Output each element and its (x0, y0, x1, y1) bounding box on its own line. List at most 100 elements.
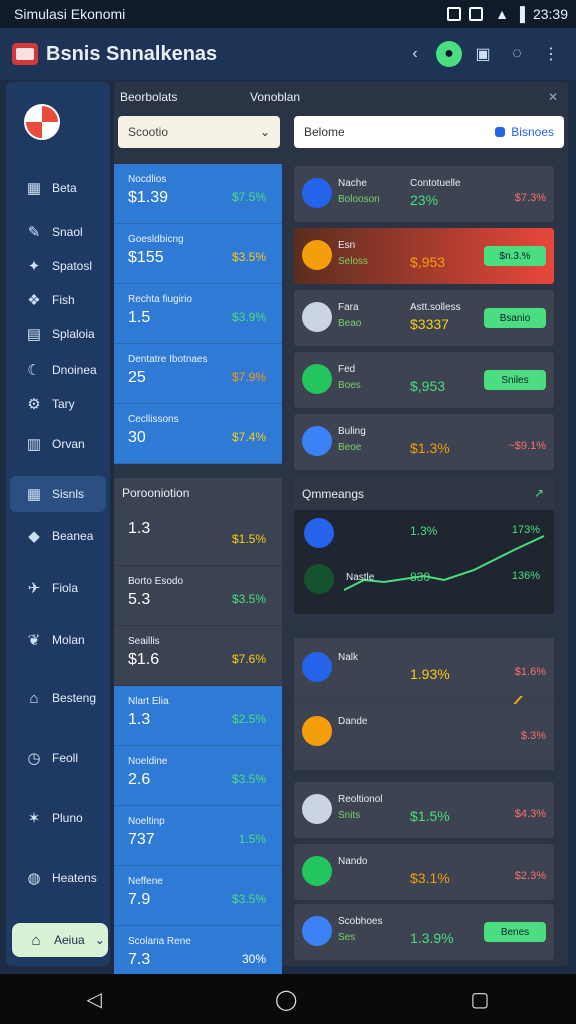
sidebar-item-label: Splaloia (52, 327, 95, 341)
sidebar-item[interactable]: ❦ Molan (10, 622, 106, 658)
market-action-button[interactable]: $n.3.% (484, 246, 546, 266)
sidebar-item[interactable]: ✎ Snaol (10, 214, 106, 250)
tab-vonoblan[interactable]: Vonoblan (250, 90, 300, 104)
close-icon[interactable]: ✕ (548, 90, 558, 104)
stat-card[interactable]: Seaillis $1.6 $7.6% (114, 626, 282, 686)
share-icon[interactable]: ‹ (402, 41, 428, 67)
sidebar-footer-button[interactable]: ⌂ Aeiua ⌄ (12, 923, 108, 957)
tab-bar: Beorbolats Vonoblan ✕ (114, 82, 568, 112)
market-card[interactable]: Nache Bolooson Contotuelle 23% $7.3% (294, 166, 554, 222)
stat-change: $3.5% (231, 892, 266, 906)
home-icon[interactable]: ◯ (275, 987, 297, 1012)
chevron-down-icon: ⌄ (259, 125, 270, 139)
grid-icon: ▦ (26, 486, 42, 503)
stat-change: $7.4% (231, 430, 266, 444)
market-card[interactable]: Reoltionol Snits $1.5% $4.3% (294, 782, 554, 838)
status-time: 23:39 (532, 6, 568, 22)
market-name: Dande (338, 716, 368, 727)
market-card[interactable]: Fara Beao Astt.solless $3337 Bsanio (294, 290, 554, 346)
market-card[interactable]: Buling Beoe $1.3% ~$9.1% (294, 414, 554, 470)
sidebar-item-label: Fiola (52, 581, 79, 595)
market-name: Fed (338, 364, 356, 375)
market-value: 23% (410, 192, 439, 208)
market-value: $,953 (410, 254, 446, 270)
status-icon (447, 7, 462, 21)
stat-card[interactable]: Borto Esodo 5.3 $3.5% (114, 566, 282, 626)
sidebar-item[interactable]: ⚙ Tary (10, 386, 106, 422)
market-value: 1.93% (410, 666, 450, 682)
nav-bar: ◁ ◯ ▢ (0, 974, 576, 1024)
building-icon: ▥ (26, 436, 42, 453)
market-icon (302, 302, 332, 332)
stat-card[interactable]: Noeldine 2.6 $3.5% (114, 746, 282, 806)
sidebar-item[interactable]: ◍ Heatens (10, 860, 106, 896)
market-sub: Snits (338, 810, 361, 821)
stat-change: $7.6% (231, 652, 266, 666)
stat-card[interactable]: Dentatre Ibotnaes 25 $7.9% (114, 344, 282, 404)
chart-entry[interactable]: 1.3% 173% (294, 514, 554, 554)
stat-card[interactable]: Rechta fiugirio 1.5 $3.9% (114, 284, 282, 344)
sidebar-item[interactable]: ◷ Feoll (10, 740, 106, 776)
market-value: $1.3% (410, 440, 450, 456)
market-value: $3.1% (410, 870, 450, 886)
market-action-button[interactable]: Sniles (484, 370, 546, 390)
back-icon[interactable]: ◁ (87, 987, 102, 1012)
more-icon[interactable]: ⋮ (538, 41, 564, 67)
search-button-label: Bisnoes (511, 125, 554, 139)
bag-icon[interactable]: ▣ (470, 41, 496, 67)
sidebar-item[interactable]: ✦ Spatosl (10, 248, 106, 284)
stat-change: $1.5% (231, 532, 266, 546)
market-action-button[interactable]: Benes (484, 922, 546, 942)
stat-card[interactable]: 1.3 $1.5% (114, 506, 282, 566)
tab-beorbolats[interactable]: Beorbolats (120, 90, 177, 104)
chevron-down-icon: ⌄ (94, 933, 105, 947)
stat-card[interactable]: Nocdlios $1.39 $7.5% (114, 164, 282, 224)
sidebar-item[interactable]: ☾ Dnoinea (10, 352, 106, 388)
sidebar-item-label: Fish (52, 293, 75, 307)
sidebar-item-label: Beta (52, 181, 77, 195)
stat-card[interactable]: Neffene 7.9 $3.5% (114, 866, 282, 926)
chart-entry[interactable]: Nastle 830 136% (294, 560, 554, 600)
stat-card[interactable]: Cecllissons 30 $7.4% (114, 404, 282, 464)
market-card[interactable]: Dande $.3% (294, 704, 554, 760)
market-action-button[interactable]: Bsanio (484, 308, 546, 328)
select-value: Scootio (128, 125, 169, 139)
bank-icon: ⌂ (29, 689, 39, 707)
search-field[interactable]: Belome Bisnoes (294, 116, 564, 148)
market-icon (302, 240, 332, 270)
sidebar-item-label: Feoll (52, 751, 79, 765)
pen-icon: ✎ (27, 224, 41, 241)
sidebar-item-label: Molan (52, 633, 85, 647)
market-action-label: Benes (500, 926, 530, 938)
market-card[interactable]: Nando $3.1% $2.3% (294, 844, 554, 900)
recents-icon[interactable]: ▢ (471, 987, 490, 1012)
stat-change: $7.5% (231, 190, 266, 204)
stat-card[interactable]: Noeltinp 737 1.5% (114, 806, 282, 866)
chart-entry-value: 830 (410, 570, 431, 584)
search-button[interactable]: Bisnoes (495, 125, 554, 139)
sidebar-item[interactable]: ▥ Orvan (10, 426, 106, 462)
chat-icon[interactable]: ◌ (504, 41, 530, 67)
sidebar-item[interactable]: ◆ Beanea (10, 518, 106, 554)
stat-card[interactable]: Nlart Elia 1.3 $2.5% (114, 686, 282, 746)
sidebar-item[interactable]: ▤ Splaloia (10, 316, 106, 352)
market-name: Nache (338, 178, 367, 189)
sidebar-item[interactable]: ❖ Fish (10, 282, 106, 318)
market-card[interactable]: Scobhoes Ses 1.3.9% Benes (294, 904, 554, 960)
sidebar-item[interactable]: ✶ Pluno (10, 800, 106, 836)
stat-label: Neffene (128, 876, 163, 887)
market-card[interactable]: Fed Boes $,953 Sniles (294, 352, 554, 408)
stat-change: $3.5% (231, 250, 266, 264)
sidebar-item[interactable]: ▦ Beta (10, 170, 106, 206)
market-card[interactable]: Esn Seloss $,953 $n.3.% (294, 228, 554, 284)
sidebar-item[interactable]: ⌂ Besteng (10, 680, 106, 716)
stat-card[interactable]: Goesldbicng $155 $3.5% (114, 224, 282, 284)
sidebar-item[interactable]: ▦ Sisnls (10, 476, 106, 512)
chart-entry-name: Nastle (346, 572, 375, 583)
user-icon[interactable]: ● (436, 41, 462, 67)
stat-label: Cecllissons (128, 414, 179, 425)
category-select[interactable]: Scootio ⌄ (118, 116, 280, 148)
sidebar-item[interactable]: ✈ Fiola (10, 570, 106, 606)
clock-icon: ◷ (27, 750, 41, 767)
market-card[interactable]: Nalk 1.93% $1.6% (294, 640, 554, 696)
